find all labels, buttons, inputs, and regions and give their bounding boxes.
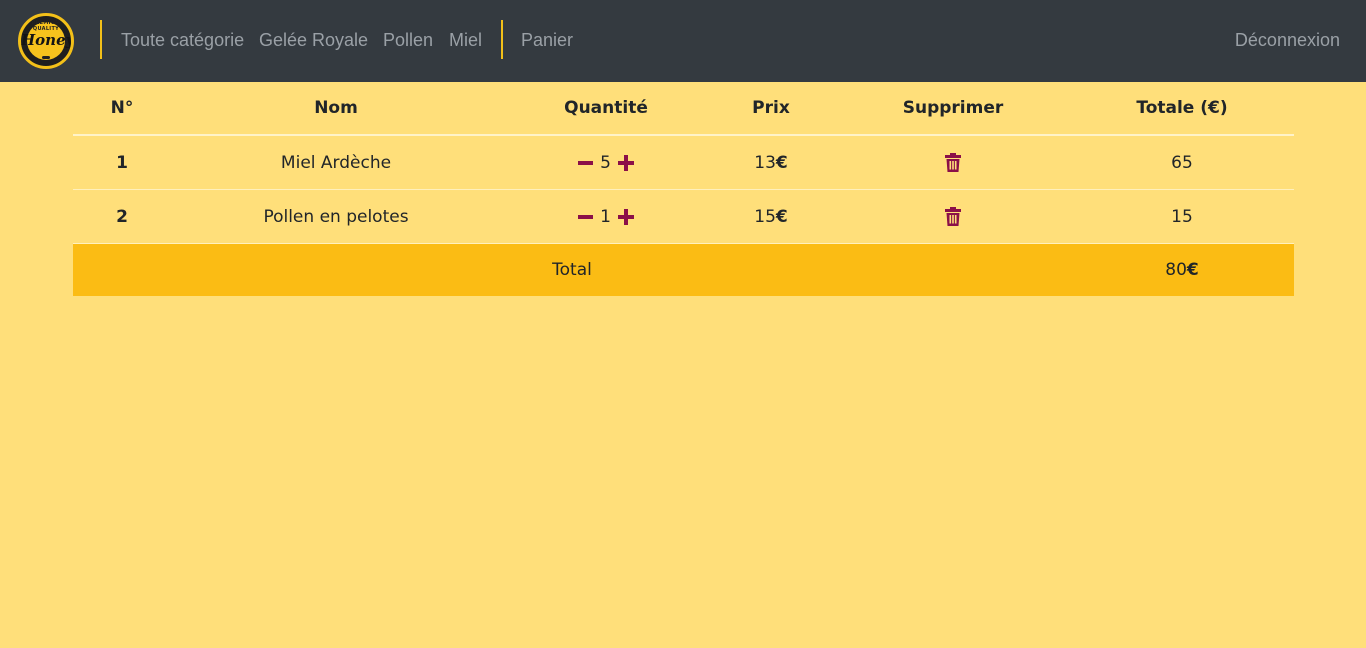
total-label: Total	[552, 260, 592, 280]
trash-icon[interactable]	[945, 207, 961, 226]
grand-total-value: 80	[1165, 260, 1187, 280]
nav-link-miel[interactable]: Miel	[449, 29, 482, 51]
line-total: 65	[1171, 152, 1193, 173]
header-quantity: Quantité	[564, 98, 648, 118]
trash-icon[interactable]	[945, 153, 961, 172]
delete-cell	[831, 190, 1075, 243]
price-value: 15	[754, 206, 776, 227]
cart-table: N° Nom Quantité Prix Supprimer Totale (€…	[73, 82, 1294, 296]
table-header-row: N° Nom Quantité Prix Supprimer Totale (€…	[73, 82, 1294, 136]
row-number: 1	[116, 152, 128, 173]
quantity-value: 5	[600, 152, 611, 173]
honey-logo[interactable]: PREMIUM QUALITY Honey	[18, 13, 74, 69]
product-name: Miel Ardèche	[280, 152, 392, 173]
line-total: 15	[1171, 206, 1193, 227]
header-number: N°	[110, 98, 134, 118]
nav-link-panier[interactable]: Panier	[521, 29, 573, 51]
plus-icon[interactable]	[617, 208, 634, 225]
nav-separator	[501, 20, 503, 59]
quantity-stepper: 5	[501, 136, 711, 189]
price-cell: 13 €	[711, 136, 831, 189]
price-cell: 15 €	[711, 190, 831, 243]
header-price: Prix	[752, 98, 790, 118]
minus-icon[interactable]	[578, 160, 594, 165]
minus-icon[interactable]	[578, 214, 594, 219]
nav-link-gelee-royale[interactable]: Gelée Royale	[259, 29, 368, 51]
quantity-stepper: 1	[501, 190, 711, 243]
navbar: PREMIUM QUALITY Honey Toute catégorie Ge…	[0, 0, 1366, 82]
delete-cell	[831, 136, 1075, 189]
grand-total: 80 €	[1075, 244, 1289, 296]
nav-separator	[100, 20, 102, 59]
logo-ornament	[42, 56, 50, 59]
header-total: Totale (€)	[1136, 98, 1228, 118]
header-delete: Supprimer	[902, 98, 1004, 118]
quantity-value: 1	[600, 206, 611, 227]
logout-link[interactable]: Déconnexion	[1235, 29, 1340, 51]
logo-brand-text: Honey	[21, 31, 74, 49]
price-value: 13	[754, 152, 776, 173]
nav-link-toute-categorie[interactable]: Toute catégorie	[121, 29, 244, 51]
table-row: 1 Miel Ardèche 5 13 € 65	[73, 136, 1294, 190]
currency-symbol: €	[1186, 260, 1199, 280]
nav-link-pollen[interactable]: Pollen	[383, 29, 433, 51]
currency-symbol: €	[775, 152, 788, 173]
header-name: Nom	[314, 98, 358, 118]
product-name: Pollen en pelotes	[263, 206, 409, 227]
total-row: Total 80 €	[73, 244, 1294, 296]
currency-symbol: €	[775, 206, 788, 227]
row-number: 2	[116, 206, 128, 227]
plus-icon[interactable]	[617, 154, 634, 171]
table-row: 2 Pollen en pelotes 1 15 € 15	[73, 190, 1294, 244]
